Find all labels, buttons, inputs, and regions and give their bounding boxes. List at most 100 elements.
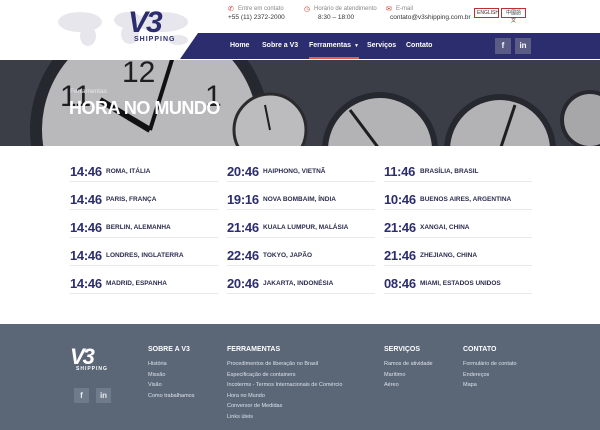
language-chinese-button[interactable]: 中國語文 [501,8,526,24]
footer-link[interactable]: Marítimo [384,372,433,378]
footer-link[interactable]: História [148,361,194,367]
footer-logo-text: V3 [70,344,95,369]
contact-email-value[interactable]: contato@v3shipping.com.br [386,14,471,21]
contact-email-label: E-mail [396,6,414,12]
footer-facebook-icon[interactable]: f [74,388,89,403]
footer-link[interactable]: Endereços [463,372,517,378]
footer-column-title: FERRAMENTAS [227,346,281,353]
city-name: ROMA, ITÁLIA [106,168,151,175]
footer-link[interactable]: Aéreo [384,382,433,388]
contact-email: ✉ E-mail contato@v3shipping.com.br [386,6,471,26]
footer-column-title: CONTATO [463,346,497,353]
time-entry: 10:46 BUENOS AIRES, ARGENTINA [384,190,532,210]
main-navigation: Home Sobre a V3 Ferramentas ▼ Serviços Co… [198,33,600,59]
footer-link[interactable]: Hora no Mundo [227,393,342,399]
city-name: PARIS, FRANÇA [106,196,157,203]
footer-link[interactable]: Procedimentos de liberação no Brasil [227,361,342,367]
time-value: 14:46 [70,220,102,235]
footer-link[interactable]: Formulário de contato [463,361,517,367]
contact-hours-value: 8:30 – 18:00 [318,14,355,21]
time-value: 14:46 [70,276,102,291]
linkedin-icon[interactable]: in [515,38,531,54]
contact-phone: ✆ Entre em contato +55 (11) 2372-2000 [228,6,285,26]
time-entry: 14:46 PARIS, FRANÇA [70,190,218,210]
footer-link[interactable]: Links úteis [227,414,342,420]
time-value: 19:16 [227,192,259,207]
time-value: 21:46 [227,220,259,235]
facebook-icon[interactable]: f [495,38,511,54]
time-value: 14:46 [70,248,102,263]
city-name: NOVA BOMBAIM, ÍNDIA [263,196,336,203]
time-entry: 21:46 KUALA LUMPUR, MALÁSIA [227,218,375,238]
time-entry: 22:46 TOKYO, JAPÃO [227,246,375,266]
city-name: BERLIN, ALEMANHA [106,224,171,231]
footer-column-title: SERVIÇOS [384,346,421,353]
site-footer: V3 SHIPPING f in SOBRE A V3 História Missã… [0,324,600,430]
time-entry: 20:46 HAIPHONG, VIETNÃ [227,162,375,182]
footer-link[interactable]: Ramos de atividade [384,361,433,367]
time-entry: 21:46 ZHEJIANG, CHINA [384,246,532,266]
breadcrumb[interactable]: Ferramentas [70,88,107,95]
chevron-down-icon: ▼ [354,43,359,49]
city-name: LONDRES, INGLATERRA [106,252,184,259]
time-value: 08:46 [384,276,416,291]
nav-ferramentas[interactable]: Ferramentas ▼ [309,33,359,59]
time-value: 22:46 [227,248,259,263]
time-entry: 21:46 XANGAI, CHINA [384,218,532,238]
time-entry: 19:16 NOVA BOMBAIM, ÍNDIA [227,190,375,210]
footer-linkedin-icon[interactable]: in [96,388,111,403]
footer-link[interactable]: Visão [148,382,194,388]
contact-hours: ◷ Horário de atendimento 8:30 – 18:00 [304,6,377,26]
city-name: BUENOS AIRES, ARGENTINA [420,196,512,203]
footer-link[interactable]: Como trabalhamos [148,393,194,399]
footer-column: SERVIÇOS Ramos de atividade Marítimo Aéreo [384,346,433,393]
footer-column: CONTATO Formulário de contato Endereços Map… [463,346,517,393]
phone-icon: ✆ [228,6,234,13]
time-entry: 14:46 LONDRES, INGLATERRA [70,246,218,266]
city-name: ZHEJIANG, CHINA [420,252,478,259]
time-value: 10:46 [384,192,416,207]
footer-logo[interactable]: V3 SHIPPING [70,346,120,378]
nav-ferramentas-label: Ferramentas [309,42,352,49]
time-entry: 20:46 JAKARTA, INDONÉSIA [227,274,375,294]
footer-logo-subtitle: SHIPPING [76,366,108,372]
city-name: KUALA LUMPUR, MALÁSIA [263,224,349,231]
footer-link[interactable]: Missão [148,372,194,378]
mail-icon: ✉ [386,6,392,13]
page-title: HORA NO MUNDO [69,98,220,118]
city-name: TOKYO, JAPÃO [263,252,313,259]
contact-hours-label: Horário de atendimento [314,6,377,12]
footer-link[interactable]: Incoterms - Termos Internacionais de Com… [227,382,342,388]
time-value: 14:46 [70,164,102,179]
city-name: HAIPHONG, VIETNÃ [263,168,326,175]
time-entry: 14:46 BERLIN, ALEMANHA [70,218,218,238]
world-times-grid: 14:46 ROMA, ITÁLIA 14:46 PARIS, FRANÇA 14:46… [0,146,600,324]
contact-phone-label: Entre em contato [238,6,284,12]
hero-banner: 12 11 1 Ferramentas HORA NO MUNDO [0,60,600,146]
footer-column: FERRAMENTAS Procedimentos de liberação no… [227,346,342,425]
time-value: 20:46 [227,276,259,291]
time-value: 11:46 [384,164,416,179]
footer-column-title: SOBRE A V3 [148,346,190,353]
time-entry: 14:46 MADRID, ESPANHA [70,274,218,294]
time-value: 20:46 [227,164,259,179]
logo-subtitle: SHIPPING [134,36,176,43]
nav-contato[interactable]: Contato [406,33,432,59]
city-name: XANGAI, CHINA [420,224,470,231]
logo-text: V3 [128,6,163,39]
footer-column: SOBRE A V3 História Missão Visão Como trabal… [148,346,194,403]
city-name: MIAMI, ESTADOS UNIDOS [420,280,501,287]
footer-link[interactable]: Mapa [463,382,517,388]
clock-icon: ◷ [304,6,311,13]
footer-link[interactable]: Especificação de containers [227,372,342,378]
time-entry: 14:46 ROMA, ITÁLIA [70,162,218,182]
footer-link[interactable]: Conversor de Medidas [227,403,342,409]
time-entry: 08:46 MIAMI, ESTADOS UNIDOS [384,274,532,294]
city-name: JAKARTA, INDONÉSIA [263,280,334,287]
city-name: MADRID, ESPANHA [106,280,167,287]
v3-logo[interactable]: V3 SHIPPING [128,8,184,48]
nav-sobre[interactable]: Sobre a V3 [262,33,298,59]
nav-servicos[interactable]: Serviços [367,33,396,59]
language-english-button[interactable]: ENGLISH [474,8,499,18]
nav-home[interactable]: Home [230,33,249,59]
